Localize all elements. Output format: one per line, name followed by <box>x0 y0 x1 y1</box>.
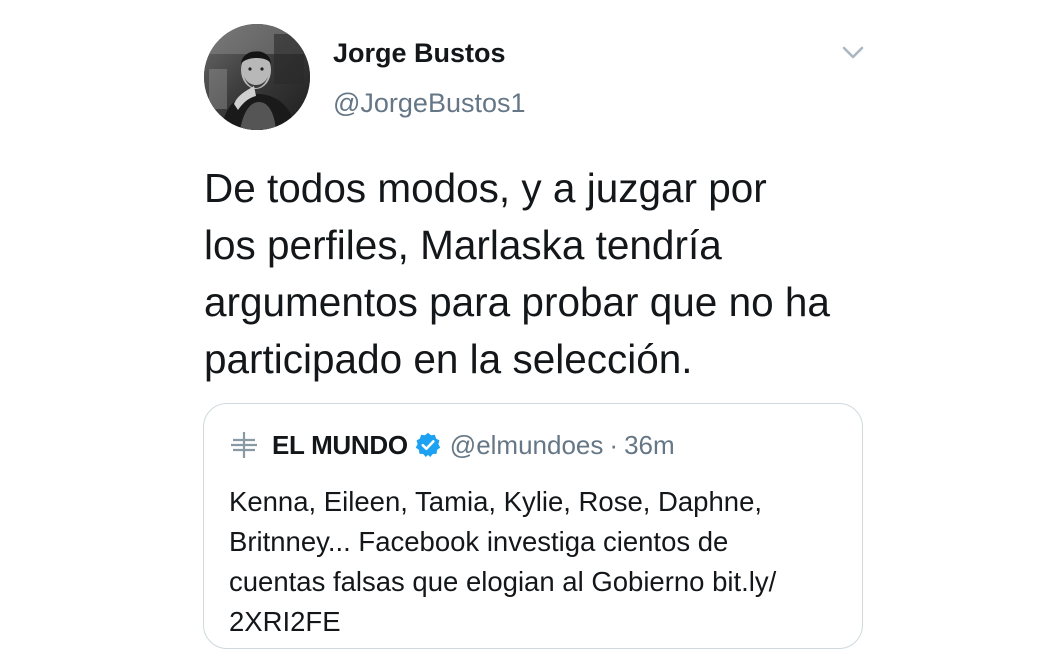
chevron-down-icon <box>842 46 864 59</box>
quoted-tweet-timestamp[interactable]: 36m <box>624 430 675 461</box>
avatar[interactable] <box>204 24 310 130</box>
verified-badge-icon <box>414 431 442 459</box>
more-options-button[interactable] <box>838 40 868 66</box>
quoted-tweet-header: EL MUNDO @elmundoes · 36m <box>228 426 675 464</box>
quoted-tweet-display-name[interactable]: EL MUNDO <box>272 430 408 461</box>
tweet-text: De todos modos, y a juzgar por los perfi… <box>204 160 884 388</box>
author-display-name[interactable]: Jorge Bustos <box>333 38 506 69</box>
tweet-text-line: argumentos para probar que no ha <box>204 279 830 325</box>
author-handle[interactable]: @JorgeBustos1 <box>333 88 526 119</box>
quoted-tweet-card[interactable]: EL MUNDO @elmundoes · 36m Kenna, Eileen,… <box>203 403 863 649</box>
quoted-tweet-handle[interactable]: @elmundoes <box>450 430 604 461</box>
tweet: Jorge Bustos @JorgeBustos1 De todos modo… <box>0 0 1050 662</box>
quoted-tweet-text-line: 2XRI2FE <box>229 606 341 637</box>
tweet-text-line: participado en la selección. <box>204 336 693 382</box>
tweet-text-line: De todos modos, y a juzgar por <box>204 165 767 211</box>
separator-dot: · <box>609 429 619 460</box>
tweet-text-line: los perfiles, Marlaska tendría <box>204 222 722 268</box>
avatar-photo <box>204 24 310 130</box>
quoted-tweet-text-line: Britnney... Facebook investiga cientos d… <box>229 526 729 557</box>
quoted-tweet-text-line: Kenna, Eileen, Tamia, Kylie, Rose, Daphn… <box>229 486 763 517</box>
quoted-tweet-text-line: cuentas falsas que elogian al Gobierno b… <box>229 566 777 597</box>
quoted-tweet-text: Kenna, Eileen, Tamia, Kylie, Rose, Daphn… <box>229 482 849 642</box>
el-mundo-logo-icon <box>228 429 260 461</box>
